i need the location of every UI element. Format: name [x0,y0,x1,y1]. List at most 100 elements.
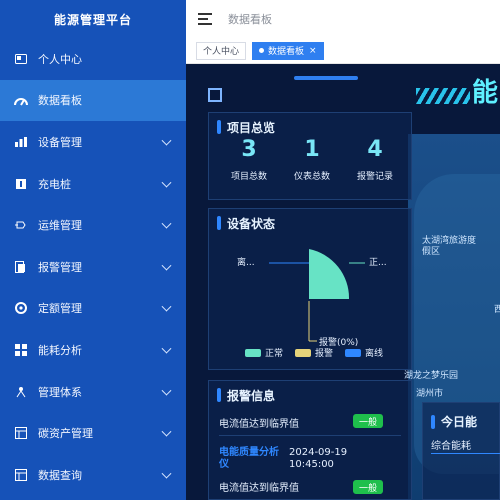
pie-label-offline: 离... [237,258,255,268]
sidebar-item-energy-analysis[interactable]: 能耗分析 [0,329,186,371]
pie-legend: 正常 报警 离线 [245,346,383,359]
today-energy-panel: 今日能 综合能耗 [422,402,500,500]
sidebar-item-data-query[interactable]: 数据查询 [0,454,186,496]
tab-label: 个人中心 [203,47,240,57]
bar-chart-icon [14,135,28,149]
panel-title: 项目总览 [217,119,275,135]
app-window: 能源管理平台 个人中心 数据看板 设备管理 充电桩 运维管理 报警管理 定额管理… [0,0,500,500]
sidebar-item-label: 运维管理 [38,219,82,233]
overview-value: 4 [367,137,383,162]
pie-label-normal: 正... [369,258,387,268]
alert-device: 电能质量分析仪 [219,447,279,470]
maintenance-icon [14,218,28,232]
panel-title: 今日能 [431,413,477,430]
chevron-down-icon [161,343,172,354]
sidebar-item-device-management[interactable]: 设备管理 [0,121,186,163]
alert-time: 10:45:00 [289,459,334,470]
user-card-icon [14,52,28,66]
sidebar-item-label: 设备管理 [38,135,82,149]
sidebar-item-alarm-management[interactable]: 报警管理 [0,246,186,288]
sidebar-item-label: 碳资产管理 [38,427,93,441]
legend-label: 正常 [265,349,284,359]
alert-level-badge: 一般 [353,414,383,428]
title-accent-bar [294,76,358,80]
quota-icon [14,301,28,315]
chevron-down-icon [161,218,172,229]
query-icon [14,468,28,482]
sidebar-item-operations[interactable]: 运维管理 [0,204,186,246]
map-label: 西 [494,305,500,315]
tabs-bar: 个人中心 数据看板 × [186,38,500,64]
chevron-down-icon [161,177,172,188]
tab-data-dashboard[interactable]: 数据看板 × [252,41,324,60]
fullscreen-icon[interactable] [208,88,222,102]
sidebar-item-label: 数据看板 [38,94,82,108]
overview-item: 3 项目总数 [219,137,279,183]
sidebar-item-charging-pile[interactable]: 充电桩 [0,163,186,205]
title-accent [431,414,435,429]
sidebar-item-label: 能耗分析 [38,343,82,357]
dashboard-big-title: 能 [472,78,499,108]
chevron-down-icon [161,385,172,396]
sidebar-item-management-system[interactable]: 管理体系 [0,371,186,413]
map-label: 湖州市 [416,389,444,399]
legend-swatch [295,348,312,357]
alert-date: 2024-09-19 [289,447,348,458]
sidebar-item-label: 管理体系 [38,385,82,399]
map-label: 太湖湾旅游度假区 [422,236,477,257]
tab-label: 数据看板 [268,47,305,57]
device-status-panel: 设备状态 离... 正... 报警(0%) 正常 报警 离线 [208,208,412,370]
pie-slice-normal[interactable] [309,249,350,299]
sidebar: 能源管理平台 个人中心 数据看板 设备管理 充电桩 运维管理 报警管理 定额管理… [0,0,186,500]
management-icon [14,385,28,399]
alert-row[interactable]: 电流值达到临界值 一般 [219,479,401,494]
tab-personal-center[interactable]: 个人中心 [196,41,247,60]
active-dot-icon [259,48,265,53]
overview-label: 仪表总数 [293,172,330,182]
charging-pile-icon [14,177,28,191]
alert-info-panel: 报警信息 电流值达到临界值 一般 电能质量分析仪 2024-09-19 10:4… [208,380,412,500]
legend-item-offline[interactable]: 离线 [345,346,383,359]
breadcrumb: 数据看板 [228,13,272,26]
sidebar-item-data-dashboard[interactable]: 数据看板 [0,79,186,122]
carbon-icon [14,426,28,440]
title-accent [217,120,221,134]
today-subtitle: 综合能耗 [431,441,471,452]
grid-icon [14,343,28,357]
divider [431,453,500,454]
overview-value: 3 [241,137,257,162]
title-accent [217,388,221,402]
sidebar-item-label: 充电桩 [38,177,71,191]
chevron-down-icon [161,468,172,479]
panel-title: 报警信息 [217,387,275,403]
legend-item-normal[interactable]: 正常 [245,346,283,359]
close-icon[interactable]: × [309,46,317,56]
alert-level-badge: 一般 [353,480,383,494]
alert-text: 电流值达到临界值 [219,483,299,494]
dashboard-icon [14,93,28,107]
overview-row: 3 项目总数 1 仪表总数 4 报警记录 [219,137,405,183]
overview-item: 4 报警记录 [345,137,405,183]
chevron-down-icon [161,302,172,312]
legend-label: 离线 [365,349,384,359]
sidebar-item-label: 报警管理 [38,260,82,274]
overview-value: 1 [304,137,320,162]
chevron-down-icon [161,426,172,437]
alarm-icon [14,260,28,274]
legend-item-alarm[interactable]: 报警 [295,346,333,359]
top-bar: 数据看板 [186,0,500,38]
alert-row[interactable]: 电流值达到临界值 一般 [219,414,401,430]
sidebar-item-quota-management[interactable]: 定额管理 [0,288,186,330]
sidebar-item-label: 数据查询 [38,468,82,482]
divider [219,435,401,436]
brand-title: 能源管理平台 [53,12,132,27]
sidebar-item-carbon-asset[interactable]: 碳资产管理 [0,412,186,454]
menu-toggle-icon[interactable] [198,13,212,25]
panel-title-text: 今日能 [441,415,478,429]
project-overview-panel: 项目总览 3 项目总数 1 仪表总数 4 报警记录 [208,112,412,200]
sidebar-item-personal-center[interactable]: 个人中心 [0,38,186,80]
legend-label: 报警 [315,349,334,359]
legend-swatch [345,348,362,357]
overview-item: 1 仪表总数 [282,137,342,183]
chevron-down-icon [161,135,172,146]
